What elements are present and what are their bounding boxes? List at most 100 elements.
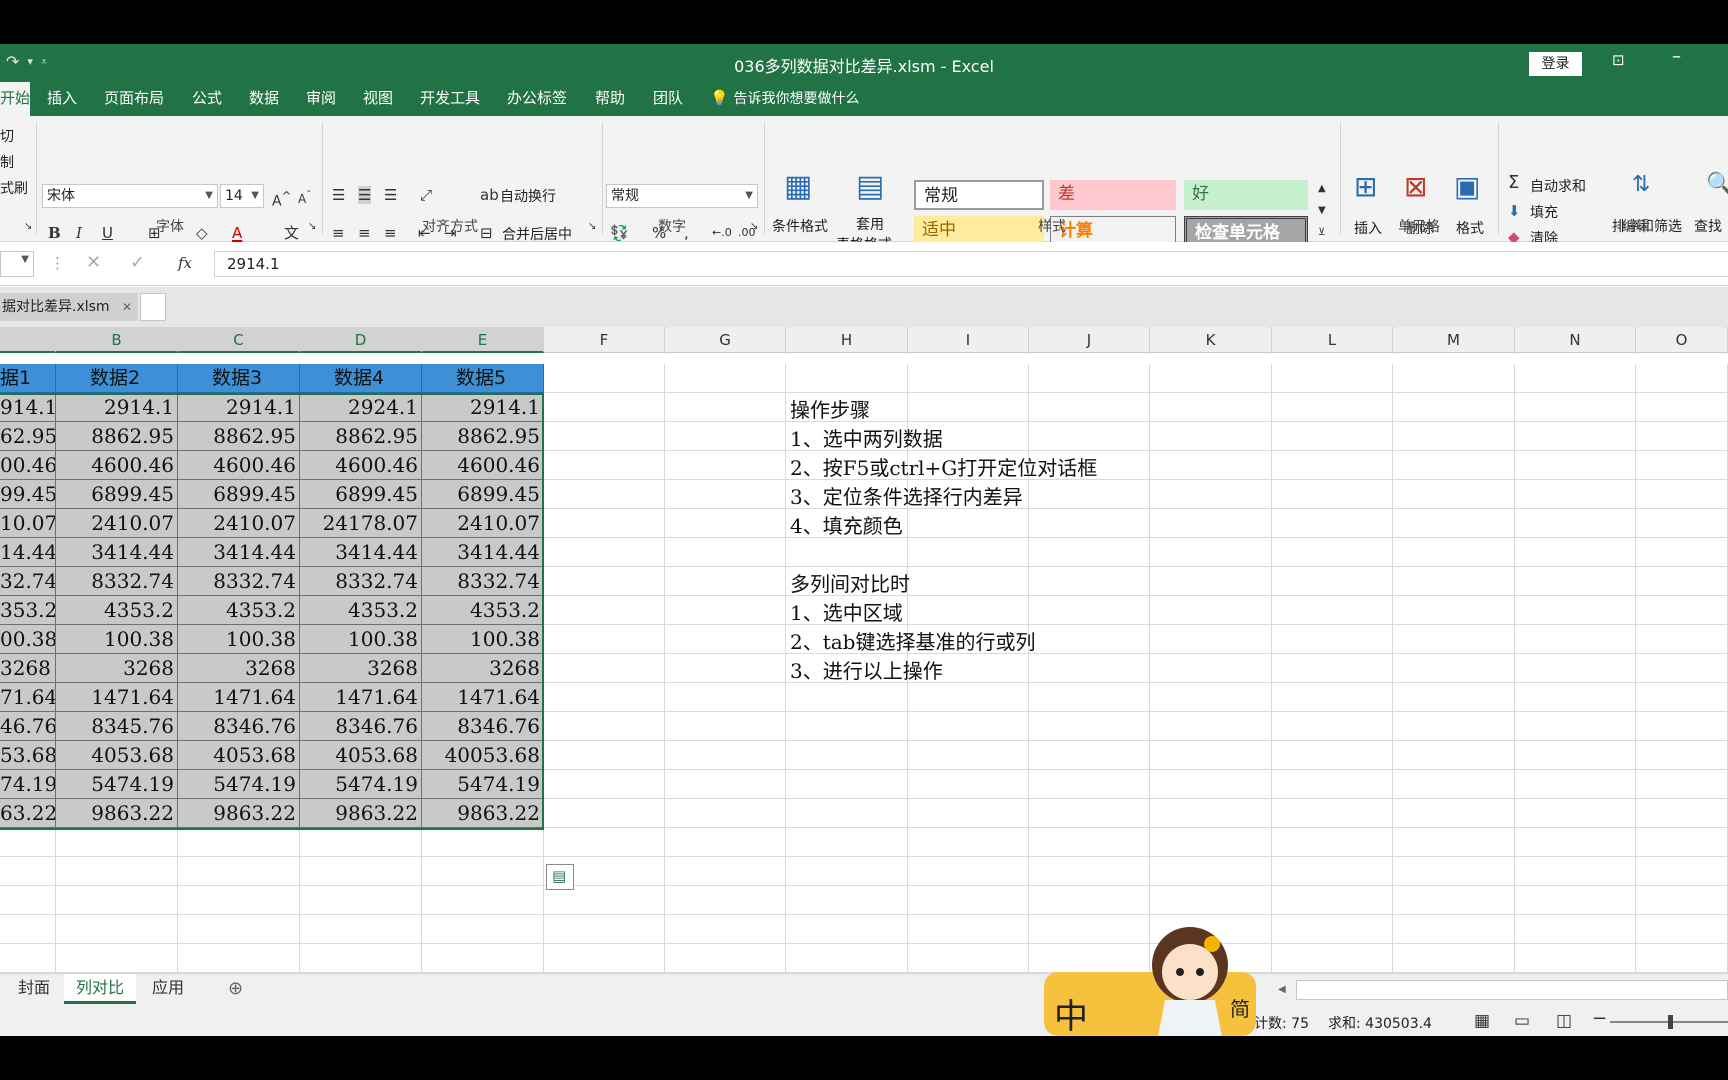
empty-cell[interactable] [1515,828,1636,857]
empty-cell[interactable] [544,944,665,973]
data-cell[interactable]: 2410.07 [56,509,178,538]
data-cell[interactable]: 8346.76 [300,712,422,741]
autosum-button[interactable]: 自动求和 [1530,176,1586,196]
empty-cell[interactable] [1393,741,1515,770]
data-cell[interactable]: 9863.22 [422,799,544,828]
tab-data[interactable]: 数据 [249,82,279,116]
cut-button[interactable]: 切 [0,126,14,146]
data-cell[interactable]: 5474.19 [178,770,300,799]
login-button[interactable]: 登录 [1529,52,1582,76]
data-cell[interactable]: 8346.76 [422,712,544,741]
style-bad[interactable]: 差 [1050,180,1176,210]
data-cell[interactable]: 99.45 [0,480,56,509]
empty-cell[interactable] [1029,828,1150,857]
data-cell[interactable]: 24178.07 [300,509,422,538]
data-cell[interactable]: 8346.76 [178,712,300,741]
empty-cell[interactable] [1029,683,1150,712]
header-cell[interactable]: 据1 [0,364,56,393]
empty-cell[interactable] [0,886,56,915]
empty-cell[interactable] [665,596,786,625]
empty-cell[interactable] [1636,451,1728,480]
formula-input[interactable]: 2914.1 [214,251,1728,277]
empty-cell[interactable] [1515,857,1636,886]
empty-cell[interactable] [665,683,786,712]
bold-button[interactable]: B [48,224,61,242]
empty-cell[interactable] [1150,770,1272,799]
empty-cell[interactable] [544,364,665,393]
empty-cell[interactable] [1636,625,1728,654]
data-cell[interactable]: 8862.95 [422,422,544,451]
empty-cell[interactable] [422,828,544,857]
empty-cell[interactable] [1029,393,1150,422]
empty-cell[interactable] [1150,654,1272,683]
empty-cell[interactable] [1636,915,1728,944]
empty-cell[interactable] [908,944,1029,973]
data-cell[interactable]: 4600.46 [300,451,422,480]
empty-cell[interactable] [1636,799,1728,828]
empty-cell[interactable] [56,944,178,973]
empty-cell[interactable] [178,857,300,886]
empty-cell[interactable] [1272,915,1393,944]
column-header-j[interactable]: J [1029,327,1150,353]
empty-cell[interactable] [1150,538,1272,567]
data-cell[interactable]: 914.1 [0,393,56,422]
data-cell[interactable]: 8862.95 [178,422,300,451]
empty-cell[interactable] [0,915,56,944]
workbook-tab[interactable]: 据对比差异.xlsm ✕ [0,293,138,321]
empty-cell[interactable] [300,944,422,973]
column-header-k[interactable]: K [1150,327,1272,353]
empty-cell[interactable] [1393,538,1515,567]
empty-cell[interactable] [1636,364,1728,393]
empty-cell[interactable] [1393,712,1515,741]
data-cell[interactable]: 71.64 [0,683,56,712]
tab-review[interactable]: 审阅 [306,82,336,116]
empty-cell[interactable] [1272,741,1393,770]
empty-cell[interactable] [544,567,665,596]
empty-cell[interactable] [56,828,178,857]
empty-cell[interactable] [544,422,665,451]
data-cell[interactable]: 6899.45 [422,480,544,509]
normal-view-icon[interactable]: ▦ [1474,1012,1490,1030]
ribbon-display-options-icon[interactable]: ⊡ [1612,51,1625,69]
empty-cell[interactable] [544,596,665,625]
empty-cell[interactable] [544,625,665,654]
empty-cell[interactable] [1515,364,1636,393]
conditional-format-label[interactable]: 条件格式 [772,216,828,236]
empty-cell[interactable] [544,886,665,915]
data-cell[interactable]: 3268 [300,654,422,683]
data-cell[interactable]: 8862.95 [56,422,178,451]
tab-home[interactable]: 开始 [0,82,30,116]
empty-cell[interactable] [1636,857,1728,886]
empty-cell[interactable] [1150,712,1272,741]
data-cell[interactable]: 2410.07 [178,509,300,538]
empty-cell[interactable] [56,857,178,886]
empty-cell[interactable] [1515,683,1636,712]
underline-button[interactable]: U [102,224,113,242]
empty-cell[interactable] [908,741,1029,770]
data-cell[interactable]: 40053.68 [422,741,544,770]
empty-cell[interactable] [1150,567,1272,596]
empty-cell[interactable] [665,509,786,538]
empty-cell[interactable] [178,828,300,857]
style-good[interactable]: 好 [1184,180,1308,210]
empty-cell[interactable] [1515,712,1636,741]
empty-cell[interactable] [1150,857,1272,886]
column-header-i[interactable]: I [908,327,1029,353]
styles-scroll-up-icon[interactable]: ▲ [1318,180,1326,198]
sheet-tab-cover[interactable]: 封面 [6,974,62,1004]
data-cell[interactable]: 8332.74 [422,567,544,596]
data-cell[interactable]: 2924.1 [300,393,422,422]
table-format-icon[interactable]: ▤ [856,172,884,202]
sort-filter-icon[interactable]: ⇅ [1632,174,1650,196]
empty-cell[interactable] [422,886,544,915]
empty-cell[interactable] [908,799,1029,828]
data-cell[interactable]: 5474.19 [56,770,178,799]
empty-cell[interactable] [665,944,786,973]
empty-cell[interactable] [1029,509,1150,538]
data-cell[interactable]: 8345.76 [56,712,178,741]
data-cell[interactable]: 9863.22 [300,799,422,828]
empty-cell[interactable] [1272,944,1393,973]
empty-cell[interactable] [1150,828,1272,857]
empty-cell[interactable] [1636,596,1728,625]
conditional-format-icon[interactable]: ▦ [784,172,812,202]
